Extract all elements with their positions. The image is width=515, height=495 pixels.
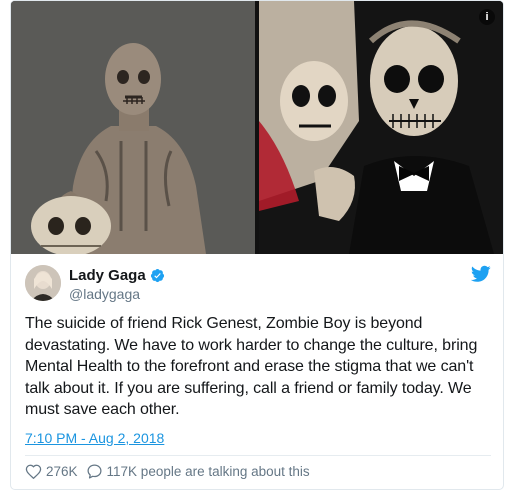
tweet-timestamp-link[interactable]: 7:10 PM - Aug 2, 2018 bbox=[25, 430, 164, 446]
twitter-bird-icon[interactable] bbox=[471, 265, 491, 283]
tweet-media[interactable]: i bbox=[11, 1, 503, 254]
avatar-illustration bbox=[25, 265, 61, 301]
verified-badge-icon bbox=[150, 268, 164, 283]
skull-makeup-illustration bbox=[259, 1, 503, 254]
like-button[interactable]: 276K bbox=[25, 463, 78, 480]
heart-icon bbox=[25, 464, 42, 479]
tweet-actions: 276K 117K people are talking about this bbox=[25, 461, 318, 481]
tweet-header: Lady Gaga @ladygaga bbox=[25, 265, 491, 309]
author-name[interactable]: Lady Gaga bbox=[69, 267, 146, 284]
like-count: 276K bbox=[46, 463, 78, 479]
info-icon[interactable]: i bbox=[479, 9, 495, 25]
author-handle[interactable]: @ladygaga bbox=[69, 286, 140, 302]
tattooed-man-photo[interactable] bbox=[11, 1, 255, 254]
reply-button[interactable]: 117K people are talking about this bbox=[86, 463, 310, 480]
skull-makeup-couple-photo[interactable] bbox=[259, 1, 503, 254]
divider bbox=[25, 455, 491, 456]
tattooed-man-illustration bbox=[11, 1, 255, 254]
author-name-row: Lady Gaga bbox=[69, 267, 165, 284]
reply-bubble-icon bbox=[87, 463, 102, 479]
user-avatar[interactable] bbox=[25, 265, 61, 301]
reply-count-text: 117K people are talking about this bbox=[106, 463, 310, 479]
tweet-text: The suicide of friend Rick Genest, Zombi… bbox=[25, 315, 478, 419]
tweet-card[interactable]: i Lady Gaga @ladygaga The suicide of fri… bbox=[10, 0, 504, 490]
